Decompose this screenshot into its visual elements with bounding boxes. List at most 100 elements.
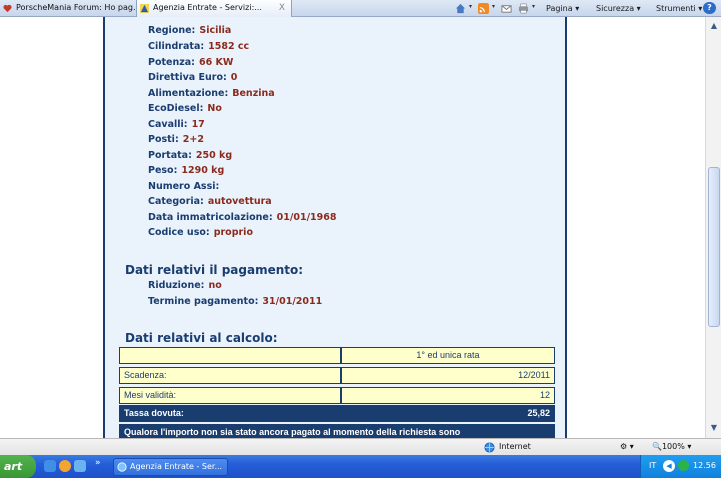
field-label: Direttiva Euro: <box>148 72 227 83</box>
field-value: 66 KW <box>198 57 234 68</box>
pagina-menu[interactable]: Pagina ▾ <box>546 2 579 15</box>
payment-section-title: Dati relativi il pagamento: <box>125 263 304 277</box>
table-row: Scadenza: 12/2011 <box>119 367 555 384</box>
sicurezza-menu[interactable]: Sicurezza ▾ <box>596 2 641 15</box>
protected-mode-icon[interactable]: ⚙ ▾ <box>620 441 634 453</box>
heart-icon <box>3 4 12 13</box>
chevron-down-icon: ▾ <box>636 4 641 13</box>
home-icon[interactable] <box>455 3 466 14</box>
status-bar: Internet ⚙ ▾ 🔍100% ▾ <box>0 438 721 455</box>
tab-label: Agenzia Entrate - Servizi:... <box>153 3 262 12</box>
field-value: 0 <box>230 72 238 83</box>
table-header-row: 1° ed unica rata <box>119 347 555 364</box>
start-button[interactable]: art <box>0 455 36 478</box>
field-value: 250 kg <box>195 150 233 161</box>
strumenti-menu[interactable]: Strumenti ▾ <box>656 2 702 15</box>
feeds-dropdown[interactable]: ▾ <box>492 3 495 10</box>
feeds-icon[interactable] <box>478 3 489 14</box>
chevron-down-icon: ▾ <box>575 4 580 13</box>
table-note-row: Qualora l'importo non sia stato ancora p… <box>119 424 555 438</box>
tab-label: PorscheMania Forum: Ho pag... <box>16 3 141 12</box>
taskbar-window-label: Agenzia Entrate - Ser... <box>130 462 223 471</box>
globe-icon <box>484 442 495 453</box>
field-label: Regione: <box>148 25 196 36</box>
table-header-cell: 1° ed unica rata <box>341 347 555 364</box>
agenzia-logo-icon <box>140 4 149 13</box>
browser-quicklaunch-icon[interactable] <box>74 460 86 472</box>
chevron-down-icon: ▾ <box>698 4 703 13</box>
scroll-down-button[interactable]: ▼ <box>707 421 721 435</box>
vehicle-row-data-immatricolazione: Data immatricolazione: 01/01/1968 <box>148 212 336 223</box>
tab-agenzia-entrate[interactable]: Agenzia Entrate - Servizi:... X <box>136 0 292 17</box>
vehicle-row-potenza: Potenza: 66 KW <box>148 57 233 68</box>
vehicle-row-portata: Portata: 250 kg <box>148 150 232 161</box>
field-value: 1582 cc <box>208 41 250 52</box>
zoom-level: 100% <box>661 442 685 451</box>
field-label: Alimentazione: <box>148 88 229 99</box>
windows-taskbar: art » Agenzia Entrate - Ser... IT ◀ 12.5… <box>0 455 721 478</box>
field-label: Categoria: <box>148 196 204 207</box>
firefox-quicklaunch-icon[interactable] <box>59 460 71 472</box>
table-cell-label: Mesi validità: <box>119 387 341 404</box>
calc-note: Qualora l'importo non sia stato ancora p… <box>119 424 555 438</box>
field-label: Potenza: <box>148 57 195 68</box>
taskbar-window-agenzia[interactable]: Agenzia Entrate - Ser... <box>113 458 228 476</box>
field-label: Posti: <box>148 134 179 145</box>
field-label: Portata: <box>148 150 192 161</box>
vehicle-row-alimentazione: Alimentazione: Benzina <box>148 88 275 99</box>
clock[interactable]: 12.56 <box>693 460 716 472</box>
quicklaunch-more-button[interactable]: » <box>95 458 101 468</box>
payment-row-termine: Termine pagamento: 31/01/2011 <box>148 296 322 307</box>
field-label: Peso: <box>148 165 178 176</box>
help-button[interactable]: ? <box>703 2 716 14</box>
scroll-up-button[interactable]: ▲ <box>707 19 721 33</box>
mail-icon[interactable] <box>501 3 512 14</box>
vehicle-row-cilindrata: Cilindrata: 1582 cc <box>148 41 249 52</box>
vehicle-row-peso: Peso: 1290 kg <box>148 165 224 176</box>
calc-section-title: Dati relativi al calcolo: <box>125 331 278 345</box>
field-label: Cavalli: <box>148 119 188 130</box>
field-value: autovettura <box>207 196 272 207</box>
print-icon[interactable] <box>518 3 529 14</box>
field-label: Codice uso: <box>148 227 210 238</box>
field-label: Data immatricolazione: <box>148 212 273 223</box>
close-tab-button[interactable]: X <box>279 0 285 16</box>
vehicle-row-cavalli: Cavalli: 17 <box>148 119 205 130</box>
vehicle-row-ecodiesel: EcoDiesel: No <box>148 103 222 114</box>
vehicle-row-regione: Regione: Sicilia <box>148 25 231 36</box>
chevron-down-icon: ▾ <box>629 442 634 451</box>
field-label: EcoDiesel: <box>148 103 204 114</box>
tab-porschemania[interactable]: PorscheMania Forum: Ho pag... <box>0 0 141 17</box>
vehicle-row-direttiva-euro: Direttiva Euro: 0 <box>148 72 237 83</box>
table-cell-value: 12/2011 <box>341 367 555 384</box>
field-value: no <box>208 280 222 291</box>
print-dropdown[interactable]: ▾ <box>532 3 535 10</box>
table-row: Mesi validità: 12 <box>119 387 555 404</box>
field-value: 17 <box>191 119 205 130</box>
scrollbar-thumb[interactable] <box>708 167 720 327</box>
table-header-cell <box>119 347 341 364</box>
table-cell-label: Scadenza: <box>119 367 341 384</box>
browser-tab-bar: PorscheMania Forum: Ho pag... Agenzia En… <box>0 0 721 17</box>
vehicle-row-posti: Posti: 2+2 <box>148 134 204 145</box>
zoom-control[interactable]: 🔍100% ▾ <box>652 441 691 453</box>
tray-arrow-icon[interactable]: ◀ <box>663 460 675 472</box>
tray-status-icon[interactable] <box>678 460 689 471</box>
field-value: Benzina <box>232 88 275 99</box>
field-label: Numero Assi: <box>148 181 220 192</box>
field-label: Cilindrata: <box>148 41 205 52</box>
field-value: 01/01/1968 <box>276 212 337 223</box>
page-viewport: Regione: Sicilia Cilindrata: 1582 cc Poten… <box>0 17 705 438</box>
chevron-down-icon: ▾ <box>687 442 692 451</box>
vertical-scrollbar[interactable]: ▲ ▼ <box>705 17 721 438</box>
field-label: Termine pagamento: <box>148 296 259 307</box>
payment-row-riduzione: Riduzione: no <box>148 280 222 291</box>
ie-quicklaunch-icon[interactable] <box>44 460 56 472</box>
home-dropdown[interactable]: ▾ <box>469 3 472 10</box>
language-indicator[interactable]: IT <box>649 460 656 472</box>
system-tray: IT ◀ 12.56 <box>640 455 721 478</box>
vehicle-row-numero-assi: Numero Assi: <box>148 181 223 192</box>
field-value: 31/01/2011 <box>262 296 323 307</box>
field-value: 1290 kg <box>181 165 225 176</box>
field-value: No <box>207 103 222 114</box>
